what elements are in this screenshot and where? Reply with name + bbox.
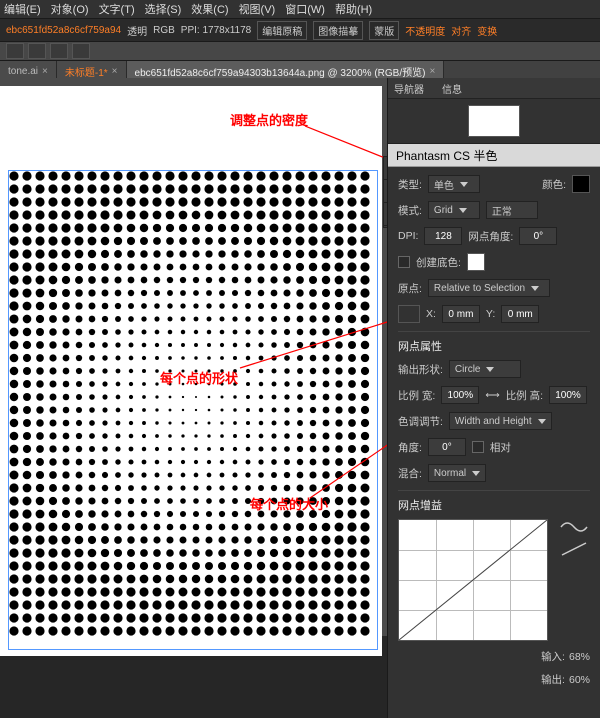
link-icon[interactable]: ⟷ xyxy=(485,390,499,401)
phantasm-panel: 类型: 单色 颜色: 模式: Grid 正常 DPI: 128 网点角度: 0°… xyxy=(388,167,600,703)
close-icon[interactable]: × xyxy=(42,66,48,77)
info-colormode: RGB xyxy=(153,25,175,36)
angle2-input[interactable]: 0° xyxy=(428,438,466,456)
chevron-down-icon xyxy=(486,367,494,372)
dot-prop-section: 网点属性 xyxy=(398,338,590,354)
bg-swatch[interactable] xyxy=(467,253,485,271)
menu-text[interactable]: 文字(T) xyxy=(99,1,135,17)
chevron-down-icon xyxy=(459,208,467,213)
chevron-down-icon xyxy=(460,182,468,187)
ratio-w-label: 比例 宽: xyxy=(398,388,435,403)
origin-dropdown[interactable]: Relative to Selection xyxy=(428,279,550,297)
menu-effect[interactable]: 效果(C) xyxy=(191,1,228,17)
close-icon[interactable]: × xyxy=(429,66,435,77)
pathop-1-icon[interactable] xyxy=(6,43,24,59)
y-label: Y: xyxy=(486,308,495,320)
output-label: 输出: xyxy=(541,672,565,687)
ratio-w-input[interactable]: 100% xyxy=(441,386,479,404)
x-input[interactable]: 0 mm xyxy=(442,305,480,323)
mode-label: 模式: xyxy=(398,203,422,218)
tab-info[interactable]: 信息 xyxy=(442,81,462,96)
options-bar: ebc651fd52a8c6cf759a94 透明 RGB PPI: 1778x… xyxy=(0,18,600,42)
output-shape-label: 输出形状: xyxy=(398,362,443,377)
tone-adjust-dropdown[interactable]: Width and Height xyxy=(449,412,552,430)
dot-angle-label: 网点角度: xyxy=(468,229,513,244)
workspace: 调整点的密度 每个点的形状 每个点的大小 导航器 信息 Phantasm CS … xyxy=(0,78,600,636)
curve-preset-icon[interactable] xyxy=(560,519,588,535)
input-value: 68% xyxy=(569,651,590,663)
menu-window[interactable]: 窗口(W) xyxy=(285,1,325,17)
dot-gain-section: 网点增益 xyxy=(398,497,590,513)
ratio-h-label: 比例 高: xyxy=(506,388,543,403)
create-bg-checkbox[interactable] xyxy=(398,256,410,268)
dpi-label: DPI: xyxy=(398,230,418,242)
pathop-4-icon[interactable] xyxy=(72,43,90,59)
annotation-density: 调整点的密度 xyxy=(230,110,308,129)
reference-point-icon[interactable] xyxy=(398,305,420,323)
relative-label: 相对 xyxy=(490,440,511,455)
menu-view[interactable]: 视图(V) xyxy=(239,1,276,17)
annotation-shape: 每个点的形状 xyxy=(160,368,238,387)
menu-object[interactable]: 对象(O) xyxy=(51,1,89,17)
tab-label: tone.ai xyxy=(8,66,38,77)
chevron-down-icon xyxy=(538,419,546,424)
mask-button[interactable]: 蒙版 xyxy=(369,21,399,40)
tone-adjust-label: 色调调节: xyxy=(398,414,443,429)
phantasm-title: Phantasm CS 半色 xyxy=(388,144,600,167)
tab-label: 未标题-1* xyxy=(65,64,108,79)
output-shape-dropdown[interactable]: Circle xyxy=(449,360,521,378)
line-preset-icon[interactable] xyxy=(560,541,588,557)
x-label: X: xyxy=(426,308,436,320)
menu-bar: 编辑(E) 对象(O) 文字(T) 选择(S) 效果(C) 视图(V) 窗口(W… xyxy=(0,0,600,18)
angle2-label: 角度: xyxy=(398,440,422,455)
blend-label: 混合: xyxy=(398,466,422,481)
edit-original-button[interactable]: 编辑原稿 xyxy=(257,21,307,40)
pathop-3-icon[interactable] xyxy=(50,43,68,59)
menu-select[interactable]: 选择(S) xyxy=(145,1,182,17)
origin-label: 原点: xyxy=(398,281,422,296)
type-dropdown[interactable]: 单色 xyxy=(428,175,480,193)
mode-dropdown[interactable]: Grid xyxy=(428,201,480,219)
chevron-down-icon xyxy=(531,286,539,291)
create-bg-label: 创建底色: xyxy=(416,255,461,270)
menu-edit[interactable]: 编辑(E) xyxy=(4,1,41,17)
dpi-input[interactable]: 128 xyxy=(424,227,462,245)
close-icon[interactable]: × xyxy=(112,66,118,77)
chevron-down-icon xyxy=(472,471,480,476)
color-swatch[interactable] xyxy=(572,175,590,193)
type-label: 类型: xyxy=(398,177,422,192)
pathop-2-icon[interactable] xyxy=(28,43,46,59)
panel-tabs: 导航器 信息 xyxy=(388,78,600,99)
curve-graph[interactable] xyxy=(398,519,548,641)
normal-button[interactable]: 正常 xyxy=(486,201,538,219)
transform-label[interactable]: 变换 xyxy=(477,23,497,38)
y-input[interactable]: 0 mm xyxy=(501,305,539,323)
right-panels: 导航器 信息 Phantasm CS 半色 类型: 单色 颜色: 模式: Gri… xyxy=(387,78,600,718)
blend-dropdown[interactable]: Normal xyxy=(428,464,486,482)
opacity-label[interactable]: 不透明度 xyxy=(405,23,445,38)
output-value: 60% xyxy=(569,674,590,686)
input-label: 输入: xyxy=(541,649,565,664)
color-label: 颜色: xyxy=(542,177,566,192)
tab-navigator[interactable]: 导航器 xyxy=(394,81,424,96)
tool-options-row xyxy=(0,42,600,61)
image-trace-button[interactable]: 图像描摹 xyxy=(313,21,363,40)
relative-checkbox[interactable] xyxy=(472,441,484,453)
info-transparent: 透明 xyxy=(127,23,147,38)
menu-help[interactable]: 帮助(H) xyxy=(335,1,372,17)
navigator-preview[interactable] xyxy=(388,99,600,144)
path-op-icons xyxy=(6,43,90,59)
info-ppi: PPI: 1778x1178 xyxy=(181,25,251,36)
linked-file-hash[interactable]: ebc651fd52a8c6cf759a94 xyxy=(6,25,121,36)
dot-angle-input[interactable]: 0° xyxy=(519,227,557,245)
ratio-h-input[interactable]: 100% xyxy=(549,386,587,404)
align-label[interactable]: 对齐 xyxy=(451,23,471,38)
tab-label: ebc651fd52a8c6cf759a94303b13644a.png @ 3… xyxy=(135,64,426,79)
